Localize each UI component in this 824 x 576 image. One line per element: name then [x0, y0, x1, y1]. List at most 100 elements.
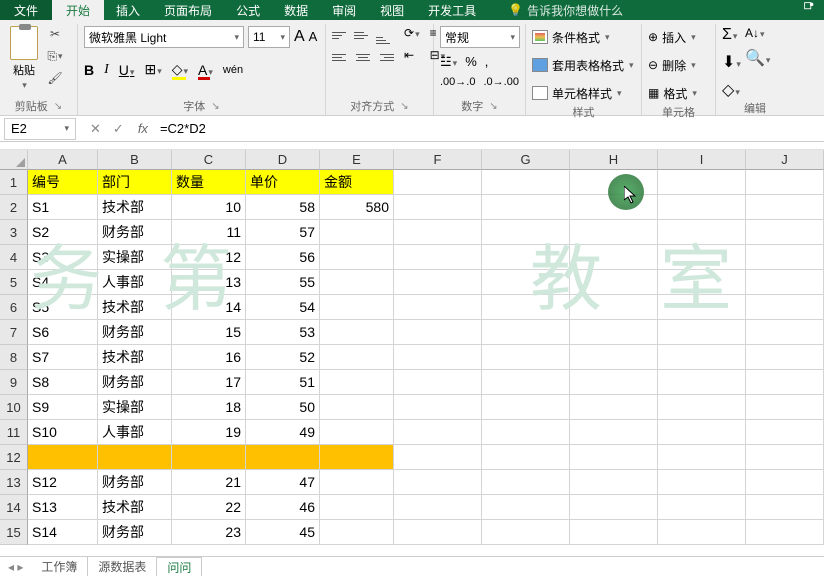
cell[interactable]: 14: [172, 295, 246, 320]
cell[interactable]: [482, 370, 570, 395]
align-top-button[interactable]: [332, 26, 350, 44]
dialog-launcher-icon[interactable]: ↘: [489, 101, 497, 112]
fx-icon[interactable]: fx: [138, 121, 148, 136]
cell[interactable]: S3: [28, 245, 98, 270]
align-center-button[interactable]: [354, 48, 372, 66]
row-header[interactable]: 3: [0, 220, 28, 245]
copy-button[interactable]: ⎘▾: [46, 48, 64, 64]
increase-decimal-button[interactable]: .00→.0: [440, 76, 475, 88]
borders-button[interactable]: ⊞▾: [144, 61, 161, 78]
cell[interactable]: S10: [28, 420, 98, 445]
cell[interactable]: [658, 420, 746, 445]
cell[interactable]: [320, 345, 394, 370]
cell[interactable]: 财务部: [98, 220, 172, 245]
cell[interactable]: [482, 245, 570, 270]
cell[interactable]: 52: [246, 345, 320, 370]
cell[interactable]: [570, 270, 658, 295]
fill-color-button[interactable]: ◇▾: [172, 61, 188, 78]
cell[interactable]: [320, 370, 394, 395]
cell[interactable]: [320, 245, 394, 270]
cell[interactable]: [570, 420, 658, 445]
sheet-nav[interactable]: ◂ ▸: [0, 560, 31, 574]
tab-formulas[interactable]: 公式: [224, 0, 272, 20]
cell[interactable]: [570, 245, 658, 270]
row-header[interactable]: 6: [0, 295, 28, 320]
cell[interactable]: [394, 295, 482, 320]
row-header[interactable]: 1: [0, 170, 28, 195]
tab-insert[interactable]: 插入: [104, 0, 152, 20]
cell[interactable]: [394, 420, 482, 445]
cell[interactable]: S5: [28, 295, 98, 320]
dialog-launcher-icon[interactable]: ↘: [400, 101, 408, 112]
row-header[interactable]: 8: [0, 345, 28, 370]
cell[interactable]: [746, 195, 824, 220]
cell[interactable]: [482, 470, 570, 495]
cell[interactable]: [394, 345, 482, 370]
cell[interactable]: 实操部: [98, 245, 172, 270]
cell[interactable]: [320, 220, 394, 245]
cell[interactable]: [658, 195, 746, 220]
cell[interactable]: [658, 470, 746, 495]
cell[interactable]: [746, 220, 824, 245]
cell[interactable]: [746, 345, 824, 370]
align-right-button[interactable]: [376, 48, 394, 66]
number-format-select[interactable]: 常规▾: [440, 26, 520, 48]
row-header[interactable]: 15: [0, 520, 28, 545]
percent-button[interactable]: %: [465, 54, 477, 70]
tab-developer[interactable]: 开发工具: [416, 0, 488, 20]
cell[interactable]: S1: [28, 195, 98, 220]
cell[interactable]: [482, 445, 570, 470]
cell[interactable]: S13: [28, 495, 98, 520]
cell[interactable]: [658, 295, 746, 320]
cell[interactable]: 财务部: [98, 470, 172, 495]
cell[interactable]: 56: [246, 245, 320, 270]
cell[interactable]: 编号: [28, 170, 98, 195]
cell[interactable]: S8: [28, 370, 98, 395]
cell[interactable]: S2: [28, 220, 98, 245]
cell-style-button[interactable]: 单元格样式▾: [532, 82, 635, 104]
cell[interactable]: 技术部: [98, 195, 172, 220]
cell[interactable]: 12: [172, 245, 246, 270]
cell[interactable]: [394, 245, 482, 270]
sheet-tab-active[interactable]: 问问: [157, 557, 202, 576]
col-header-C[interactable]: C: [172, 150, 246, 170]
font-size-select[interactable]: 11▾: [248, 26, 290, 48]
cell[interactable]: 11: [172, 220, 246, 245]
cell[interactable]: [570, 195, 658, 220]
cell[interactable]: [570, 395, 658, 420]
cell[interactable]: [482, 420, 570, 445]
cell[interactable]: [570, 370, 658, 395]
bold-button[interactable]: B: [84, 62, 94, 78]
row-header[interactable]: 7: [0, 320, 28, 345]
cell[interactable]: [570, 470, 658, 495]
cell[interactable]: [746, 370, 824, 395]
cell[interactable]: 45: [246, 520, 320, 545]
cell[interactable]: [658, 495, 746, 520]
cell[interactable]: 16: [172, 345, 246, 370]
font-color-button[interactable]: A▾: [198, 62, 213, 78]
row-header[interactable]: 14: [0, 495, 28, 520]
sheet-tab[interactable]: 工作簿: [31, 557, 88, 576]
cell[interactable]: [482, 170, 570, 195]
cell[interactable]: [482, 520, 570, 545]
sheet-tab[interactable]: 源数据表: [88, 557, 157, 576]
cell[interactable]: [570, 220, 658, 245]
cell[interactable]: 数量: [172, 170, 246, 195]
cell[interactable]: [746, 170, 824, 195]
cell[interactable]: [482, 295, 570, 320]
cell[interactable]: [658, 320, 746, 345]
cell[interactable]: [570, 495, 658, 520]
phonetic-button[interactable]: wén: [223, 64, 243, 76]
conditional-format-button[interactable]: 条件格式▾: [532, 26, 635, 48]
row-header[interactable]: 5: [0, 270, 28, 295]
format-painter-button[interactable]: 🖌: [46, 70, 64, 86]
cell[interactable]: [570, 345, 658, 370]
cell[interactable]: 财务部: [98, 320, 172, 345]
cell[interactable]: [746, 295, 824, 320]
cell[interactable]: 50: [246, 395, 320, 420]
cell[interactable]: [482, 195, 570, 220]
cell[interactable]: [746, 495, 824, 520]
cell[interactable]: [482, 270, 570, 295]
cell[interactable]: [394, 220, 482, 245]
cell[interactable]: [570, 170, 658, 195]
